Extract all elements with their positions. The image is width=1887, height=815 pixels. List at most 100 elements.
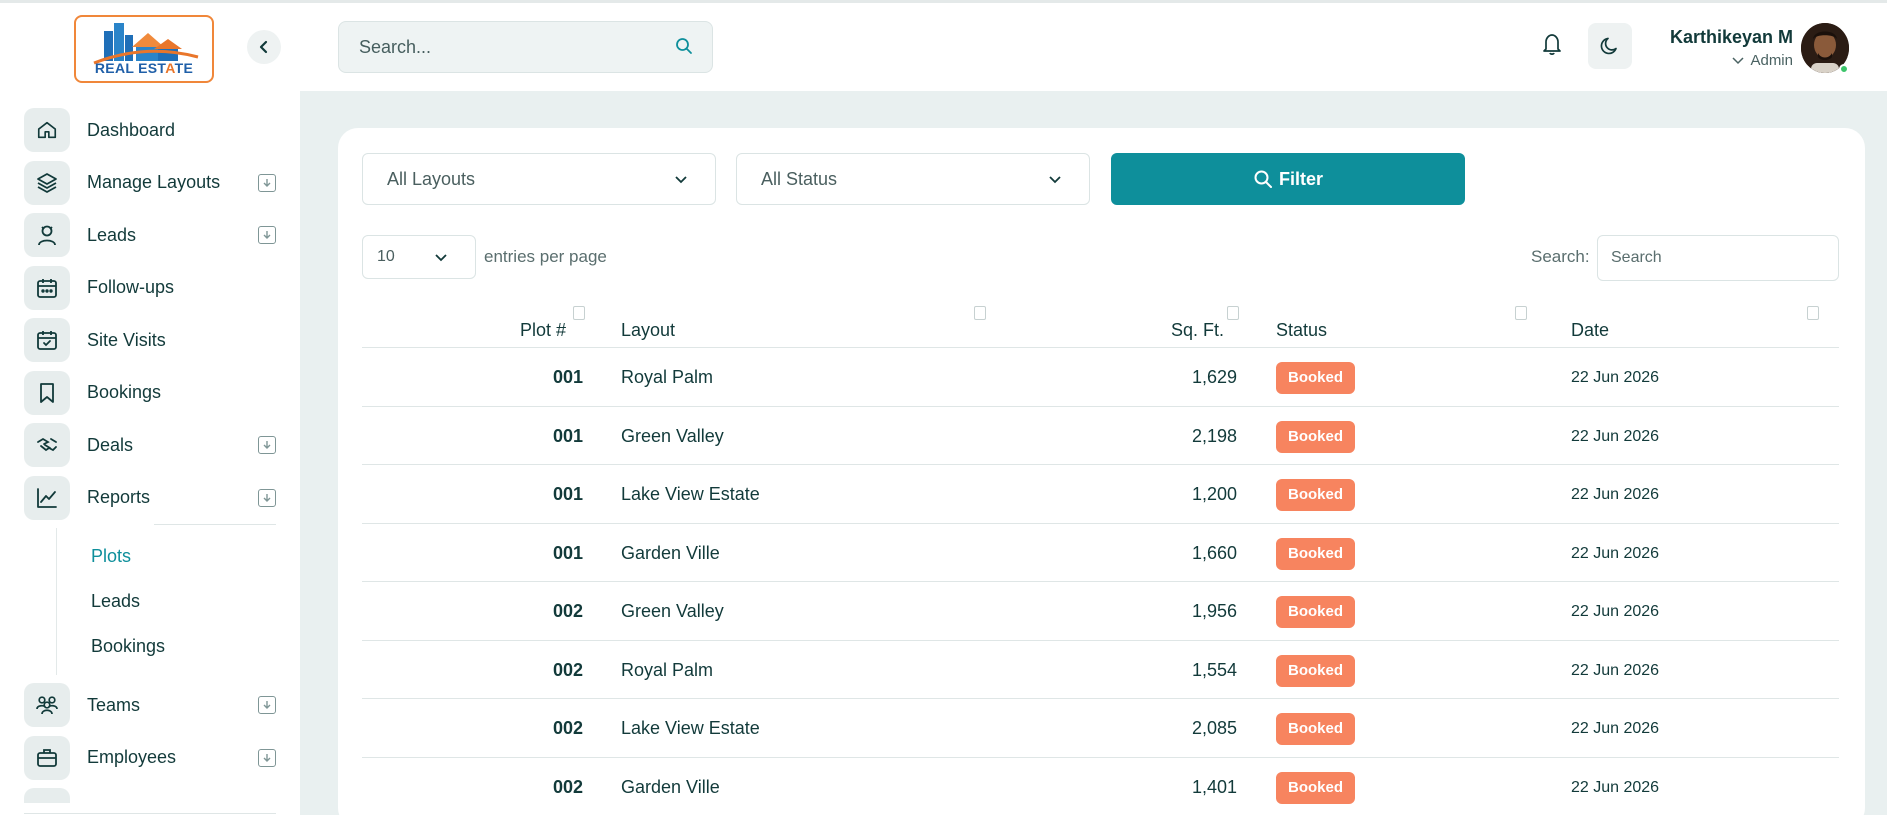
sidebar-item-employees[interactable]: Employees: [24, 735, 276, 780]
cell-plot: 002: [552, 659, 583, 680]
cell-date: 22 Jun 2026: [1571, 486, 1660, 503]
status-badge: Booked: [1276, 596, 1356, 628]
status-badge: Booked: [1276, 479, 1356, 511]
moon-icon: [1600, 37, 1617, 55]
table-row[interactable]: 001 Royal Palm 1,629 Booked 22 Jun 2026: [362, 348, 1839, 407]
cell-sqft: 2,198: [1191, 425, 1237, 446]
sort-icon[interactable]: [1807, 306, 1819, 320]
status-badge: Booked: [1276, 713, 1356, 745]
user-name[interactable]: Karthikeyan M: [1670, 27, 1793, 48]
status-filter-value: All Status: [761, 168, 838, 189]
online-status-dot: [1839, 64, 1849, 74]
status-filter-select[interactable]: All Status: [736, 153, 1090, 205]
column-header-plot[interactable]: Plot #: [520, 320, 566, 341]
entries-label: entries per page: [484, 247, 607, 266]
divider: [24, 813, 276, 814]
chevron-down-icon: [1049, 176, 1061, 184]
status-badge: Booked: [1276, 420, 1356, 453]
person-icon: [24, 213, 70, 257]
sidebar-item-label: Leads: [87, 224, 137, 245]
table-header: Plot # Layout Sq. Ft. Status Date: [362, 298, 1839, 348]
cell-sqft: 1,629: [1191, 367, 1237, 387]
cell-layout: Garden Ville: [621, 542, 720, 563]
cell-date: 22 Jun 2026: [1571, 544, 1660, 562]
sort-icon[interactable]: [1227, 306, 1239, 320]
table-row[interactable]: 002 Royal Palm 1,554 Booked 22 Jun 2026: [362, 641, 1839, 699]
cell-date: 22 Jun 2026: [1571, 603, 1660, 620]
subnav-item-plots[interactable]: Plots: [57, 534, 276, 579]
more-icon: [24, 788, 70, 803]
sidebar-item-bookings[interactable]: Bookings: [24, 370, 276, 415]
search-icon: [1254, 170, 1272, 188]
table-row[interactable]: 001 Garden Ville 1,660 Booked 22 Jun 202…: [362, 524, 1839, 582]
sort-icon[interactable]: [573, 306, 585, 320]
table-row[interactable]: 002 Green Valley 1,956 Booked 22 Jun 202…: [362, 582, 1839, 641]
column-header-status[interactable]: Status: [1276, 320, 1327, 341]
expand-icon[interactable]: [258, 488, 276, 507]
sidebar-item-dashboard[interactable]: Dashboard: [24, 108, 276, 152]
expand-icon[interactable]: [258, 748, 276, 767]
cell-plot: 002: [552, 601, 583, 621]
cell-sqft: 1,956: [1191, 601, 1237, 621]
global-search: [338, 21, 713, 73]
sidebar-item-label: Manage Layouts: [87, 172, 221, 192]
filter-button[interactable]: Filter: [1111, 153, 1465, 205]
cell-plot: 002: [552, 776, 583, 797]
table-search: [1597, 235, 1839, 281]
table-row[interactable]: 002 Lake View Estate 2,085 Booked 22 Jun…: [362, 699, 1839, 758]
sidebar-item-deals[interactable]: Deals: [24, 423, 276, 467]
chevron-down-icon: [675, 176, 687, 184]
bell-icon[interactable]: [1540, 31, 1564, 57]
global-search-input[interactable]: [339, 36, 659, 58]
sidebar-item-site-visits[interactable]: Site Visits: [24, 318, 276, 362]
cell-layout: Lake View Estate: [621, 718, 760, 738]
sidebar-item-teams[interactable]: Teams: [24, 683, 276, 727]
sidebar-item-leads[interactable]: Leads: [24, 213, 276, 257]
sidebar-item-label: Bookings: [87, 382, 162, 402]
table-row[interactable]: 001 Lake View Estate 1,200 Booked 22 Jun…: [362, 465, 1839, 524]
users-icon: [24, 683, 70, 727]
search-icon[interactable]: [674, 36, 694, 56]
cell-sqft: 1,554: [1191, 659, 1237, 680]
sidebar-item-reports[interactable]: Reports: [24, 475, 276, 525]
sidebar-item-follow-ups[interactable]: Follow-ups: [24, 265, 276, 310]
cell-layout: Royal Palm: [621, 367, 714, 387]
expand-icon[interactable]: [258, 173, 276, 192]
subnav-item-leads[interactable]: Leads: [57, 579, 276, 624]
entries-per-page-select[interactable]: 10: [362, 235, 476, 279]
expand-icon[interactable]: [258, 436, 276, 454]
column-header-date[interactable]: Date: [1571, 320, 1609, 341]
expand-icon[interactable]: [258, 696, 276, 714]
layout-filter-value: All Layouts: [387, 168, 476, 189]
expand-icon[interactable]: [258, 226, 276, 244]
sidebar-item-more[interactable]: [24, 788, 276, 803]
subnav-item-bookings[interactable]: Bookings: [57, 624, 276, 669]
sidebar-item-manage-layouts[interactable]: Manage Layouts: [24, 160, 276, 205]
cell-sqft: 2,085: [1191, 718, 1237, 738]
chevron-down-icon: [1732, 56, 1744, 64]
cell-plot: 001: [552, 367, 583, 387]
theme-toggle-button[interactable]: [1588, 23, 1632, 69]
status-badge: Booked: [1276, 537, 1356, 570]
cell-plot: 001: [552, 542, 583, 563]
home-icon: [24, 108, 70, 152]
bookmark-icon: [24, 370, 70, 415]
column-header-layout[interactable]: Layout: [621, 320, 675, 341]
table-search-input[interactable]: [1598, 236, 1838, 280]
divider: [154, 523, 276, 525]
table-row[interactable]: 002 Garden Ville 1,401 Booked 22 Jun 202…: [362, 758, 1839, 815]
cell-plot: 001: [552, 425, 583, 446]
sidebar-item-label: Dashboard: [87, 119, 176, 140]
cell-layout: Garden Ville: [621, 776, 720, 797]
cell-layout: Lake View Estate: [621, 484, 760, 504]
column-header-sqft[interactable]: Sq. Ft.: [1171, 320, 1224, 341]
status-badge: Booked: [1276, 771, 1356, 804]
sort-icon[interactable]: [974, 306, 986, 320]
user-role-label: Admin: [1750, 52, 1793, 69]
cell-date: 22 Jun 2026: [1571, 369, 1660, 386]
calendar-check-icon: [24, 318, 70, 362]
layout-filter-select[interactable]: All Layouts: [362, 153, 716, 205]
user-role-dropdown[interactable]: Admin: [1732, 52, 1793, 69]
table-row[interactable]: 001 Green Valley 2,198 Booked 22 Jun 202…: [362, 407, 1839, 465]
sort-icon[interactable]: [1515, 306, 1527, 320]
